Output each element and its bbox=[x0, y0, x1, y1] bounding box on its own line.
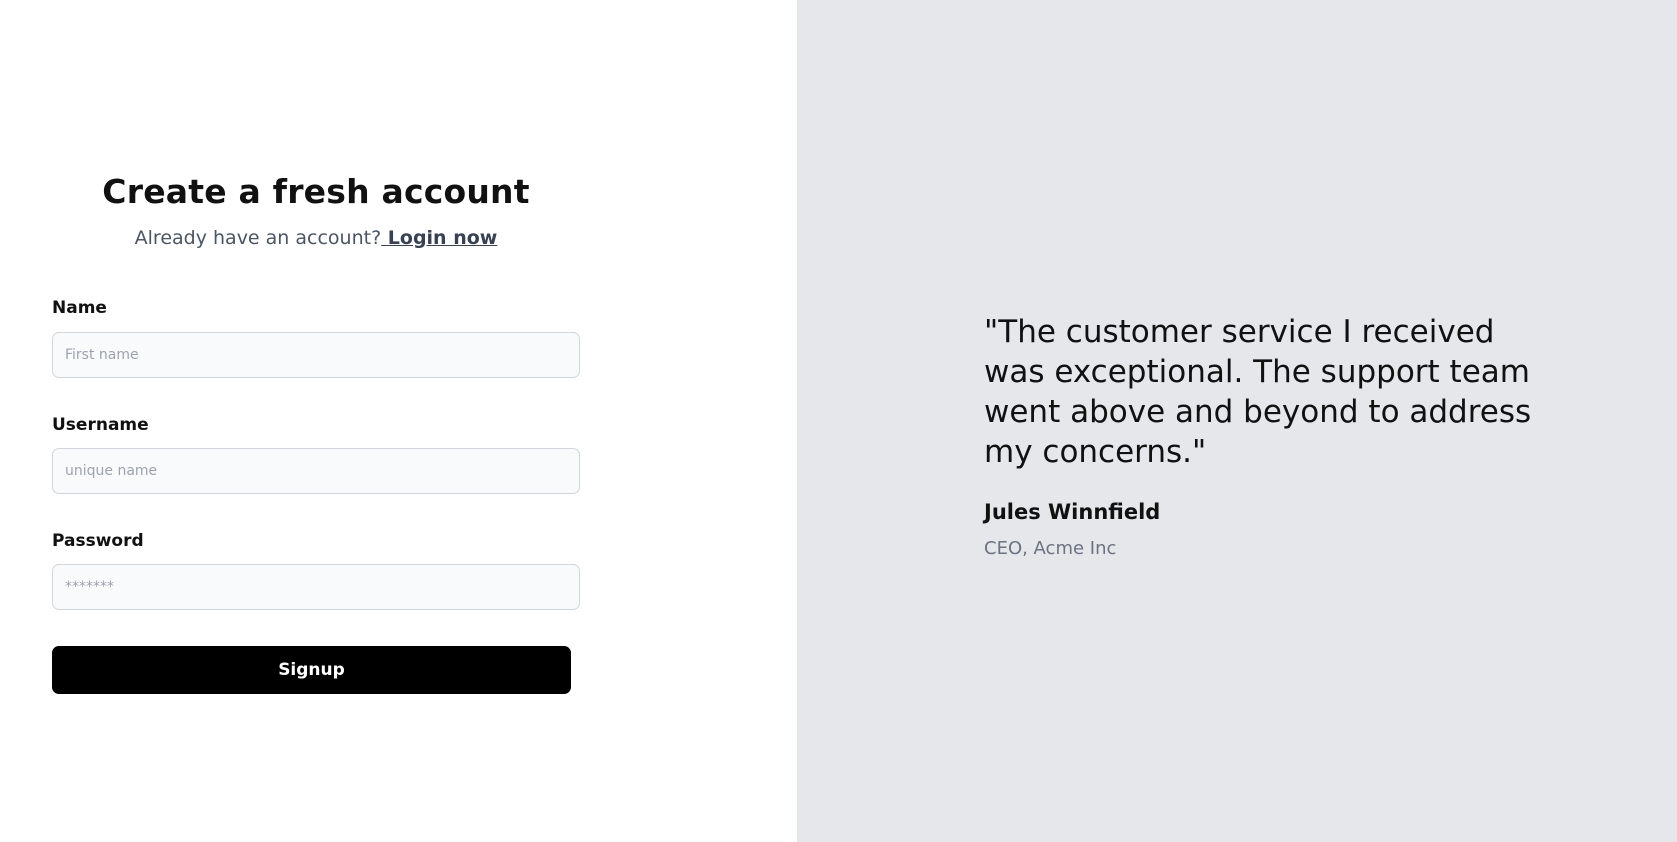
signup-button[interactable]: Signup bbox=[52, 646, 571, 694]
testimonial-quote: "The customer service I received was exc… bbox=[984, 314, 1532, 470]
testimonial-author-role: CEO, Acme Inc bbox=[984, 538, 1117, 559]
name-label: Name bbox=[52, 298, 107, 318]
login-prompt-text: Already have an account? bbox=[134, 227, 382, 249]
testimonial-author-name: Jules Winnfield bbox=[984, 500, 1161, 524]
login-prompt: Already have an account? Login now bbox=[52, 227, 580, 249]
password-input[interactable] bbox=[52, 564, 580, 610]
page-title: Create a fresh account bbox=[102, 172, 530, 211]
login-now-link[interactable]: Login now bbox=[381, 227, 498, 249]
username-input[interactable] bbox=[52, 448, 580, 494]
testimonial-panel: "The customer service I received was exc… bbox=[797, 0, 1677, 842]
signup-page: Create a fresh account Already have an a… bbox=[0, 0, 1677, 842]
name-input[interactable] bbox=[52, 332, 580, 378]
password-label: Password bbox=[52, 531, 144, 551]
signup-panel: Create a fresh account Already have an a… bbox=[0, 0, 797, 842]
username-label: Username bbox=[52, 415, 149, 435]
